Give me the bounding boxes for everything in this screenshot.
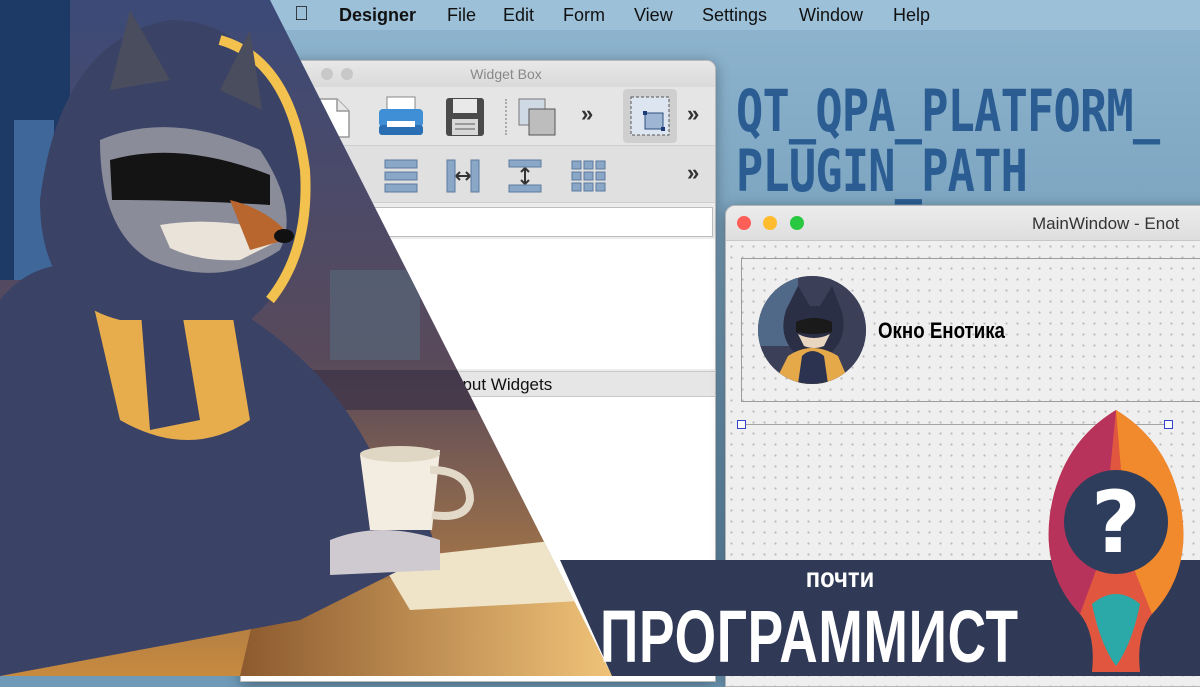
- edit-widgets-button[interactable]: [623, 89, 677, 143]
- layout-toolbar-chevron-icon[interactable]: »: [687, 160, 699, 186]
- banner-big-text: ПРОГРАММИСТ: [600, 595, 1019, 678]
- edit-widgets-icon: [630, 96, 670, 136]
- resize-handle[interactable]: [737, 420, 746, 429]
- window-label: Окно Енотика: [878, 318, 1005, 343]
- main-window-title: MainWindow - Enot: [1032, 214, 1180, 233]
- question-mark-logo: ?: [1048, 410, 1184, 672]
- raccoon-avatar-image: [758, 276, 866, 384]
- banner-small-text: почти: [805, 562, 875, 593]
- toolbar-overflow-chevron-2-icon[interactable]: »: [687, 101, 699, 127]
- zoom-button[interactable]: [790, 216, 804, 230]
- close-button[interactable]: [737, 216, 751, 230]
- menu-view[interactable]: View: [634, 5, 673, 26]
- minimize-button[interactable]: [763, 216, 777, 230]
- raccoon-illustration: [0, 0, 612, 676]
- menu-settings[interactable]: Settings: [702, 5, 767, 26]
- menu-help[interactable]: Help: [893, 5, 930, 26]
- env-var-title-line1: QT_QPA_PLATFORM_: [736, 77, 1160, 145]
- avatar: [758, 276, 866, 384]
- menu-window[interactable]: Window: [799, 5, 863, 26]
- logo-glyph: ?: [1091, 473, 1141, 573]
- main-window-titlebar[interactable]: MainWindow - Enot: [726, 206, 1200, 241]
- env-var-title-line2: PLUGIN_PATH: [736, 137, 1028, 205]
